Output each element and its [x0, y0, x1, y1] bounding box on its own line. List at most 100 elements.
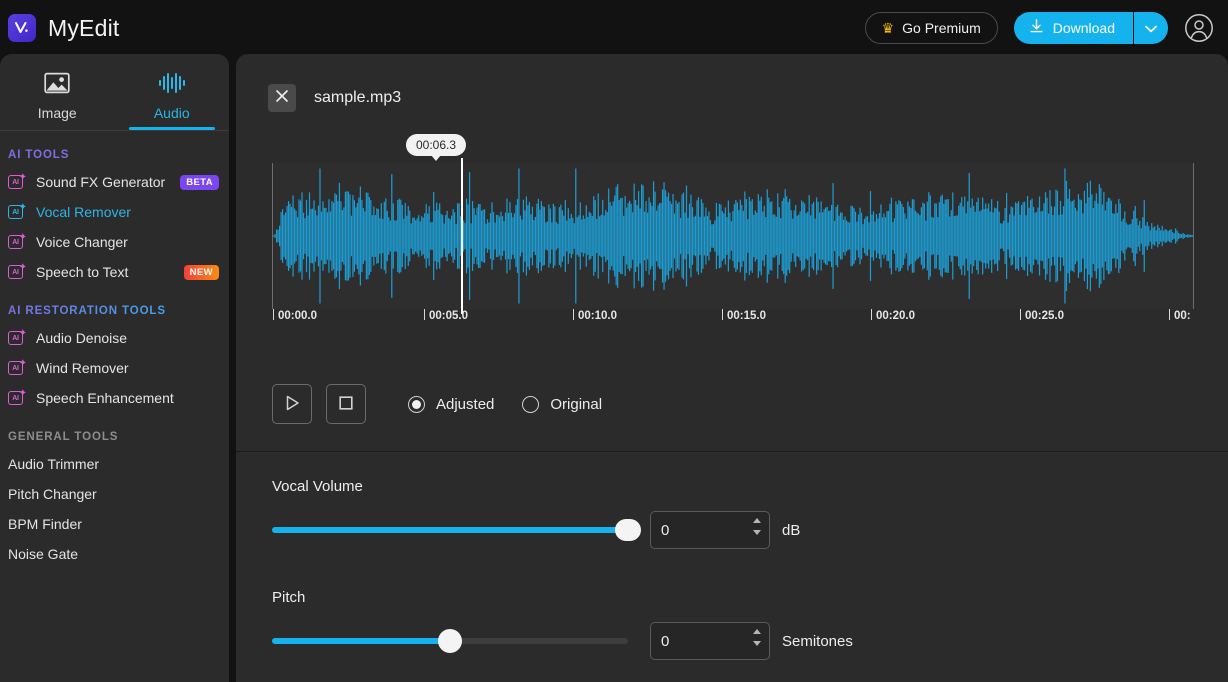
ruler-tick: 00:15.0 — [722, 309, 766, 322]
playhead-time-label: 00:06.3 — [405, 134, 467, 161]
download-button[interactable]: Download — [1013, 12, 1134, 44]
ai-sparkle-icon: AI ✦ — [8, 173, 28, 191]
radio-original-label: Original — [550, 395, 603, 413]
tab-audio-label: Audio — [153, 105, 190, 121]
account-circle-icon[interactable] — [1184, 13, 1214, 43]
sidebar-item-label: Audio Denoise — [36, 330, 128, 346]
close-x-icon — [275, 89, 289, 108]
pitch-unit: Semitones — [782, 632, 853, 650]
ai-sparkle-icon: AI ✦ — [8, 329, 28, 347]
radio-original[interactable]: Original — [522, 395, 603, 413]
pitch-input[interactable] — [651, 632, 737, 650]
tab-image-label: Image — [37, 105, 77, 121]
vocal-volume-numberbox[interactable] — [650, 511, 770, 549]
close-file-button[interactable] — [268, 84, 296, 112]
vocal-volume-input[interactable] — [651, 521, 737, 539]
vocal-volume-row: dB — [272, 511, 1228, 549]
go-premium-button[interactable]: ♛ Go Premium — [864, 12, 998, 44]
sidebar-item-noise-gate[interactable]: Noise Gate — [0, 539, 229, 569]
sidebar-item-speech-enhancement[interactable]: AI ✦ Speech Enhancement — [0, 383, 229, 413]
sidebar-item-label: Speech Enhancement — [36, 390, 174, 406]
file-header: sample.mp3 — [236, 54, 1228, 112]
sidebar-item-label: Voice Changer — [36, 234, 128, 250]
radio-dot-icon — [522, 395, 540, 413]
stepper-up-icon[interactable] — [753, 629, 761, 634]
brand[interactable]: MyEdit — [0, 14, 120, 42]
sidebar-item-vocal-remover[interactable]: AI ✦ Vocal Remover — [0, 197, 229, 227]
chevron-down-icon — [1145, 21, 1157, 36]
stepper-down-icon[interactable] — [753, 530, 761, 535]
download-button-group: Download — [1013, 12, 1168, 44]
sidebar: Image Audio AI TOOLS AI ✦ Sound FX Gener… — [0, 54, 229, 682]
sidebar-item-label: Sound FX Generator — [36, 174, 166, 190]
stop-button[interactable] — [326, 384, 366, 424]
waveform-canvas[interactable] — [272, 163, 1194, 309]
playhead-cursor[interactable] — [461, 158, 463, 314]
tab-audio[interactable]: Audio — [115, 54, 230, 130]
ai-sparkle-icon: AI ✦ — [8, 233, 28, 251]
vocal-volume-slider-thumb[interactable] — [615, 519, 641, 541]
mode-radio-group: Adjusted Original — [408, 395, 603, 413]
pitch-slider-fill — [272, 638, 450, 644]
sidebar-item-pitch-changer[interactable]: Pitch Changer — [0, 479, 229, 509]
waveform-svg — [273, 168, 1193, 304]
ruler-tick: 00:25.0 — [1020, 309, 1064, 322]
ruler-tick: 00:10.0 — [573, 309, 617, 322]
badge-beta: BETA — [180, 174, 219, 190]
sidebar-item-label: Wind Remover — [36, 360, 129, 376]
vocal-volume-slider[interactable] — [272, 519, 641, 541]
play-icon — [283, 394, 301, 415]
radio-dot-icon — [408, 395, 425, 413]
ai-sparkle-icon: AI ✦ — [8, 263, 28, 281]
ruler-tick: 00:05.0 — [424, 309, 468, 322]
stepper-up-icon[interactable] — [753, 518, 761, 523]
sidebar-item-voice-changer[interactable]: AI ✦ Voice Changer — [0, 227, 229, 257]
ruler-tick: 00:00.0 — [273, 309, 317, 322]
stop-icon — [337, 394, 355, 415]
pitch-row: Semitones — [272, 622, 1228, 660]
tab-active-indicator — [128, 127, 215, 130]
sidebar-item-audio-denoise[interactable]: AI ✦ Audio Denoise — [0, 323, 229, 353]
sidebar-item-speech-to-text[interactable]: AI ✦ Speech to Text NEW — [0, 257, 229, 287]
go-premium-label: Go Premium — [902, 20, 981, 36]
file-name: sample.mp3 — [314, 89, 402, 106]
ai-sparkle-icon: AI ✦ — [8, 389, 28, 407]
ruler-tick: 00: — [1169, 309, 1191, 322]
sidebar-item-sound-fx-generator[interactable]: AI ✦ Sound FX Generator BETA — [0, 167, 229, 197]
vocal-volume-slider-fill — [272, 527, 628, 533]
sidebar-item-label: Speech to Text — [36, 264, 129, 280]
vocal-volume-label: Vocal Volume — [272, 478, 363, 495]
radio-adjusted[interactable]: Adjusted — [408, 395, 495, 413]
radio-adjusted-label: Adjusted — [436, 395, 495, 413]
top-bar: MyEdit ♛ Go Premium Download — [0, 0, 1228, 56]
pitch-slider-thumb[interactable] — [438, 629, 462, 653]
pitch-label: Pitch — [272, 589, 306, 606]
tab-image[interactable]: Image — [0, 54, 115, 130]
download-icon — [1028, 18, 1045, 38]
sidebar-item-audio-trimmer[interactable]: Audio Trimmer — [0, 449, 229, 479]
download-options-button[interactable] — [1134, 12, 1168, 44]
sidebar-item-wind-remover[interactable]: AI ✦ Wind Remover — [0, 353, 229, 383]
download-label: Download — [1052, 20, 1115, 36]
stepper-down-icon[interactable] — [753, 641, 761, 646]
vocal-volume-unit: dB — [782, 521, 801, 539]
app-title: MyEdit — [48, 14, 120, 41]
sidebar-item-bpm-finder[interactable]: BPM Finder — [0, 509, 229, 539]
main-panel: sample.mp3 00:06.3 00:00.0 00:05.0 00:10… — [236, 54, 1228, 682]
vocal-volume-stepper — [753, 518, 761, 535]
sidebar-tabs: Image Audio — [0, 54, 229, 130]
image-icon — [43, 71, 71, 98]
vocal-volume-block: Vocal Volume dB — [236, 452, 1228, 549]
ai-sparkle-icon: AI ✦ — [8, 359, 28, 377]
ruler-tick: 00:20.0 — [871, 309, 915, 322]
pitch-slider[interactable] — [272, 629, 628, 653]
pitch-numberbox[interactable] — [650, 622, 770, 660]
myedit-logo-icon — [8, 14, 36, 42]
section-heading-general-tools: GENERAL TOOLS — [8, 431, 119, 443]
audio-waveform-icon — [157, 71, 187, 98]
section-heading-ai-tools: AI TOOLS — [8, 149, 70, 161]
pitch-block: Pitch Semitones — [236, 549, 1228, 660]
section-heading-ai-restoration-tools: AI RESTORATION TOOLS — [0, 287, 229, 323]
top-bar-actions: ♛ Go Premium Download — [864, 0, 1214, 56]
play-button[interactable] — [272, 384, 312, 424]
